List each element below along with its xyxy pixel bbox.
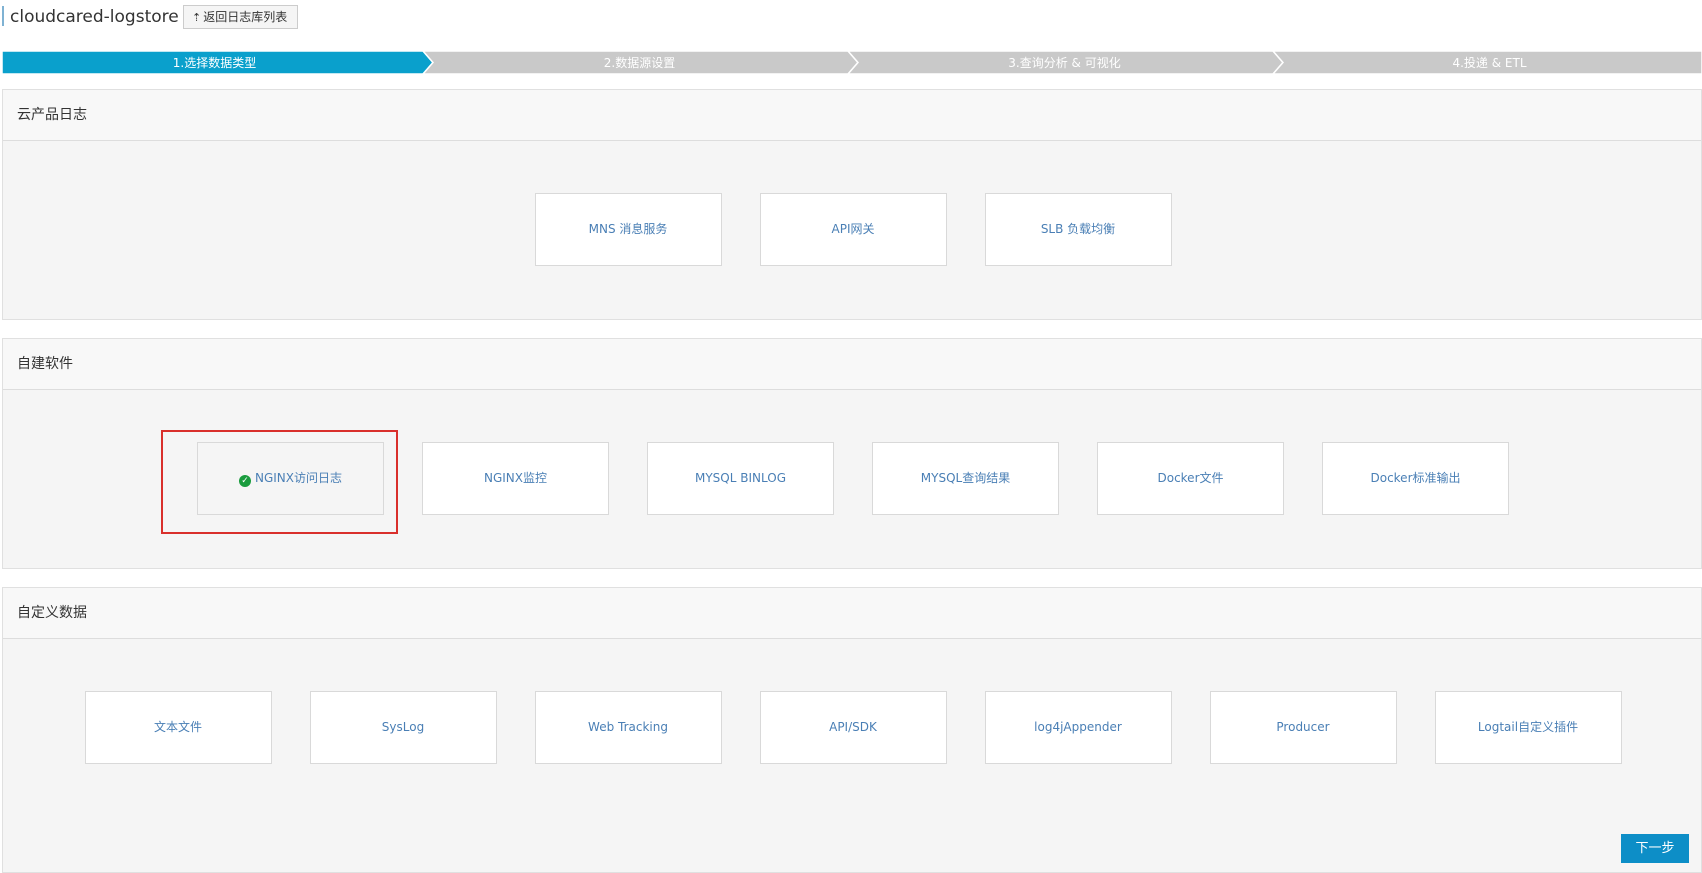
data-type-card[interactable]: API/SDK <box>759 691 947 764</box>
card-label: Docker标准输出 <box>1370 471 1461 485</box>
section-title: 自建软件 <box>3 339 1701 390</box>
back-to-logstore-list-button[interactable]: ⇡ 返回日志库列表 <box>183 5 299 29</box>
wizard-step-label: 3.查询分析 & 可视化 <box>1008 55 1120 70</box>
data-type-card[interactable]: log4jAppender <box>984 691 1172 764</box>
card-label: NGINX监控 <box>483 471 547 485</box>
card-label: Docker文件 <box>1157 471 1224 485</box>
data-type-card[interactable]: 文本文件 <box>84 691 272 764</box>
card-label: log4jAppender <box>1034 720 1122 734</box>
header: cloudcared-logstore ⇡ 返回日志库列表 <box>0 0 1702 36</box>
section-custom-data: 自定义数据 文本文件 SysLog Web Tracking API/SDK log4j… <box>2 587 1702 873</box>
data-type-card[interactable]: MYSQL查询结果 <box>872 442 1059 515</box>
data-type-card[interactable]: MNS 消息服务 <box>534 193 722 266</box>
wizard-step-label: 4.投递 & ETL <box>1452 55 1526 70</box>
selection-highlight-box <box>161 430 398 534</box>
data-type-card[interactable]: API网关 <box>759 193 947 266</box>
data-type-card[interactable]: Docker标准输出 <box>1322 442 1509 515</box>
data-type-card[interactable]: SysLog <box>309 691 497 764</box>
card-label: API/SDK <box>829 720 877 734</box>
data-type-card[interactable]: Producer <box>1209 691 1397 764</box>
card-label: SLB 负载均衡 <box>1040 222 1116 236</box>
section-title: 自定义数据 <box>3 588 1701 639</box>
data-type-card[interactable]: SLB 负载均衡 <box>984 193 1172 266</box>
data-type-card[interactable]: Logtail自定义插件 <box>1434 691 1622 764</box>
card-label: MNS 消息服务 <box>588 222 668 236</box>
card-label: API网关 <box>831 222 875 236</box>
card-label: MYSQL BINLOG <box>695 471 786 485</box>
card-label: Producer <box>1276 720 1330 734</box>
next-step-button[interactable]: 下一步 <box>1621 834 1689 863</box>
data-type-card[interactable]: MYSQL BINLOG <box>647 442 834 515</box>
section-title: 云产品日志 <box>3 90 1701 141</box>
wizard-step-label: 2.数据源设置 <box>604 55 675 70</box>
wizard-steps: 1.选择数据类型 2.数据源设置 3.查询分析 & 可视化 4.投递 & ETL <box>2 51 1702 74</box>
card-label: Web Tracking <box>588 720 668 734</box>
data-type-card[interactable]: Docker文件 <box>1097 442 1284 515</box>
card-label: Logtail自定义插件 <box>1477 720 1579 734</box>
page-title: cloudcared-logstore <box>10 7 179 27</box>
card-label: 文本文件 <box>153 720 202 734</box>
wizard-step-label: 1.选择数据类型 <box>173 55 256 70</box>
upload-arrow-icon: ⇡ <box>192 11 202 24</box>
card-label: MYSQL查询结果 <box>920 471 1011 485</box>
card-label: SysLog <box>381 720 425 734</box>
section-cloud-product-logs: 云产品日志 MNS 消息服务 API网关 SLB 负载均衡 <box>2 89 1702 320</box>
back-button-label: 返回日志库列表 <box>203 10 288 24</box>
data-type-card[interactable]: Web Tracking <box>534 691 722 764</box>
title-accent-bar <box>2 6 4 26</box>
data-type-card[interactable]: NGINX监控 <box>422 442 609 515</box>
